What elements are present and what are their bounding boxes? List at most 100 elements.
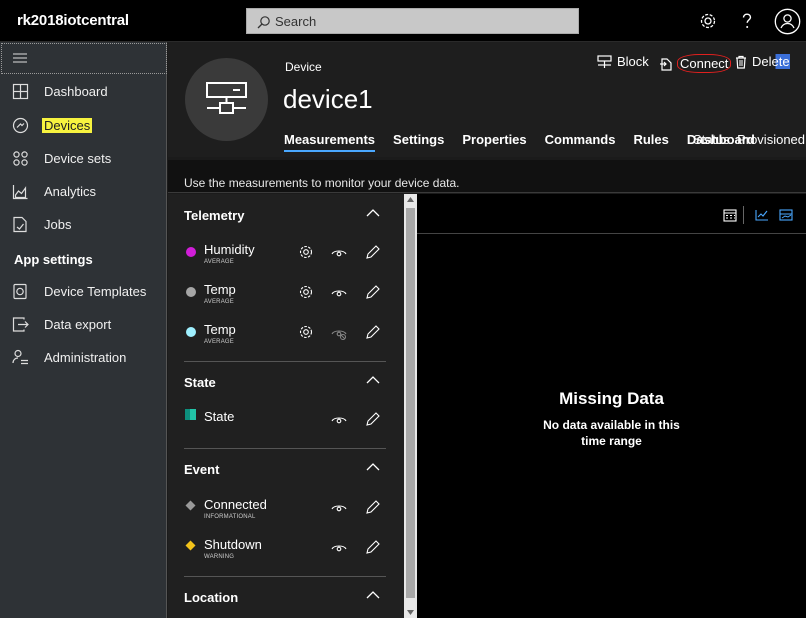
measurements-hint: Use the measurements to monitor your dev… (184, 176, 460, 190)
chevron-up-icon[interactable] (366, 462, 380, 471)
help-icon[interactable] (736, 10, 758, 32)
tab-commands[interactable]: Commands (545, 132, 616, 152)
sidebar-item-devices[interactable]: Devices (0, 112, 166, 140)
measurement-aggregate: AVERAGE (204, 259, 234, 265)
scrollbar-thumb[interactable] (406, 208, 415, 598)
gear-icon[interactable] (298, 244, 314, 260)
device-type-label: Device (285, 60, 322, 74)
event-severity: WARNING (204, 554, 235, 560)
measurement-name: Humidity (204, 242, 255, 257)
sidebar-item-label: Dashboard (44, 84, 108, 99)
divider (184, 576, 386, 577)
sidebar-item-jobs[interactable]: Jobs (0, 211, 166, 239)
device-header: Device device1 Block Connect Delete Meas… (168, 42, 806, 157)
eye-icon[interactable] (331, 411, 347, 427)
eye-icon[interactable] (331, 499, 347, 515)
connect-icon (660, 57, 672, 71)
eye-icon[interactable] (331, 244, 347, 260)
calendar-icon[interactable] (723, 209, 737, 222)
sidebar: Dashboard Devices Device sets Analytics … (0, 42, 167, 618)
measurement-name: Connected (204, 497, 267, 512)
pencil-icon[interactable] (365, 499, 381, 515)
pencil-icon[interactable] (365, 324, 381, 340)
tab-measurements[interactable]: Measurements (284, 132, 376, 152)
area-chart-icon[interactable] (779, 209, 793, 221)
event-diamond-icon (185, 500, 196, 511)
eye-icon[interactable] (331, 539, 347, 555)
sidebar-item-analytics[interactable]: Analytics (0, 178, 166, 206)
list-item[interactable]: Temp AVERAGE (184, 281, 394, 311)
device-icon (206, 82, 247, 114)
connect-button[interactable]: Connect (659, 54, 732, 73)
device-name: device1 (283, 84, 373, 114)
dashboard-icon (12, 83, 29, 100)
tab-settings[interactable]: Settings (393, 132, 444, 152)
event-heading: Event (184, 462, 220, 477)
divider (184, 448, 386, 449)
delete-label: Delete (752, 54, 790, 69)
sidebar-item-label: Analytics (44, 184, 97, 199)
event-severity: INFORMATIONAL (204, 514, 256, 520)
sidebar-item-label: Jobs (44, 217, 72, 232)
block-button[interactable]: Block (597, 54, 649, 69)
pencil-icon[interactable] (365, 284, 381, 300)
gear-icon[interactable] (298, 324, 314, 340)
sidebar-item-label: Device sets (44, 151, 112, 166)
hamburger-button[interactable] (1, 43, 167, 74)
sidebar-item-device-templates[interactable]: Device Templates (0, 278, 166, 306)
administration-icon (12, 349, 28, 365)
trash-icon (736, 55, 746, 69)
humidity-color-dot (186, 247, 196, 257)
eye-icon[interactable] (331, 284, 347, 300)
state-color-swatch (185, 409, 196, 420)
scroll-up-arrow-icon[interactable] (407, 197, 414, 202)
chevron-up-icon[interactable] (366, 375, 380, 384)
chart-panel: Missing Data No data available in this t… (417, 194, 806, 618)
list-item[interactable]: Humidity AVERAGE (184, 241, 394, 271)
chevron-up-icon[interactable] (366, 590, 380, 599)
sidebar-item-label: Devices (42, 118, 93, 133)
sidebar-item-dashboard[interactable]: Dashboard (0, 78, 166, 106)
tab-properties[interactable]: Properties (462, 132, 526, 152)
search-placeholder: Search (275, 14, 317, 29)
search-input[interactable]: Search (246, 8, 579, 34)
list-item[interactable]: Shutdown WARNING (184, 536, 394, 566)
block-label: Block (617, 54, 649, 69)
device-status: Status: Provisioned (693, 132, 806, 147)
pencil-icon[interactable] (365, 244, 381, 260)
block-icon (597, 54, 612, 68)
empty-state-message: No data available in this time range (543, 418, 680, 448)
jobs-icon (13, 216, 27, 233)
eye-hidden-icon[interactable] (331, 324, 347, 340)
settings-icon[interactable] (697, 10, 719, 32)
gear-icon[interactable] (298, 284, 314, 300)
tab-rules[interactable]: Rules (633, 132, 668, 152)
app-title[interactable]: rk2018iotcentral (17, 12, 129, 29)
list-item[interactable]: State (184, 408, 394, 438)
empty-state: Missing Data No data available in this t… (417, 389, 806, 449)
measurement-aggregate: AVERAGE (204, 339, 234, 345)
measurements-hint-bar: Use the measurements to monitor your dev… (168, 160, 806, 193)
scroll-down-arrow-icon[interactable] (407, 610, 414, 615)
search-icon (257, 16, 270, 29)
sidebar-item-device-sets[interactable]: Device sets (0, 145, 166, 173)
chevron-up-icon[interactable] (366, 208, 380, 217)
pencil-icon[interactable] (365, 411, 381, 427)
top-bar: rk2018iotcentral Search (0, 0, 806, 42)
device-templates-icon (13, 283, 27, 300)
sidebar-item-label: Administration (44, 350, 127, 365)
line-chart-icon[interactable] (755, 209, 769, 221)
toolbar-divider (743, 206, 744, 224)
scrollbar[interactable] (404, 194, 417, 618)
pencil-icon[interactable] (365, 539, 381, 555)
connect-label: Connect (677, 54, 732, 73)
user-icon[interactable] (774, 8, 801, 35)
divider (184, 361, 386, 362)
location-heading: Location (184, 590, 239, 605)
list-item[interactable]: Temp AVERAGE (184, 321, 394, 351)
sidebar-item-administration[interactable]: Administration (0, 344, 166, 372)
measurement-name: Temp (204, 282, 236, 297)
list-item[interactable]: Connected INFORMATIONAL (184, 496, 394, 526)
sidebar-item-data-export[interactable]: Data export (0, 311, 166, 339)
delete-button[interactable]: Delete (735, 54, 790, 69)
